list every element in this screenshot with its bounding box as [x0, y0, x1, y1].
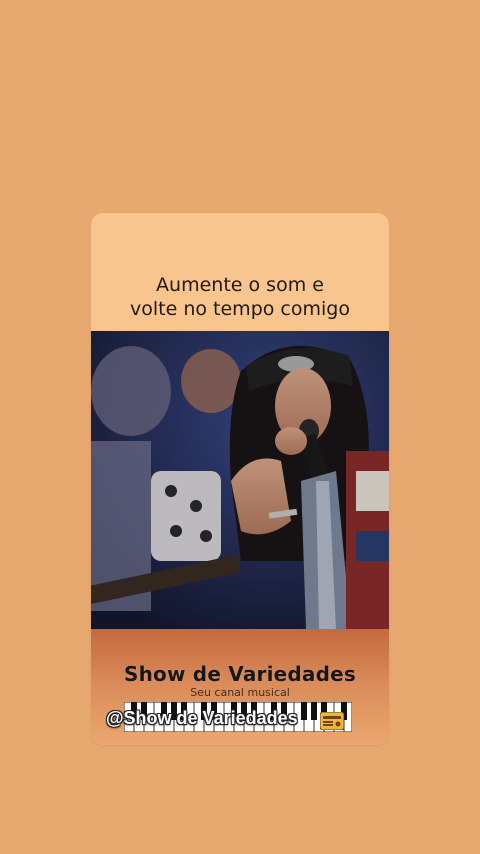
caption-text: Aumente o som e volte no tempo comigo: [130, 273, 350, 321]
caption-line-1: Aumente o som e: [156, 274, 324, 296]
caption-area: Aumente o som e volte no tempo comigo: [91, 213, 389, 331]
caption-line-2: volte no tempo comigo: [130, 298, 350, 320]
radio-icon: [320, 712, 344, 730]
channel-subtitle: Seu canal musical: [190, 686, 290, 699]
watermark-handle: @Show de Variedades: [106, 708, 298, 728]
video-frame[interactable]: [91, 331, 389, 629]
channel-title: Show de Variedades: [123, 662, 357, 686]
video-still-image: [91, 331, 389, 629]
post-card: Aumente o som e volte no tempo comigo Sh…: [91, 213, 389, 745]
